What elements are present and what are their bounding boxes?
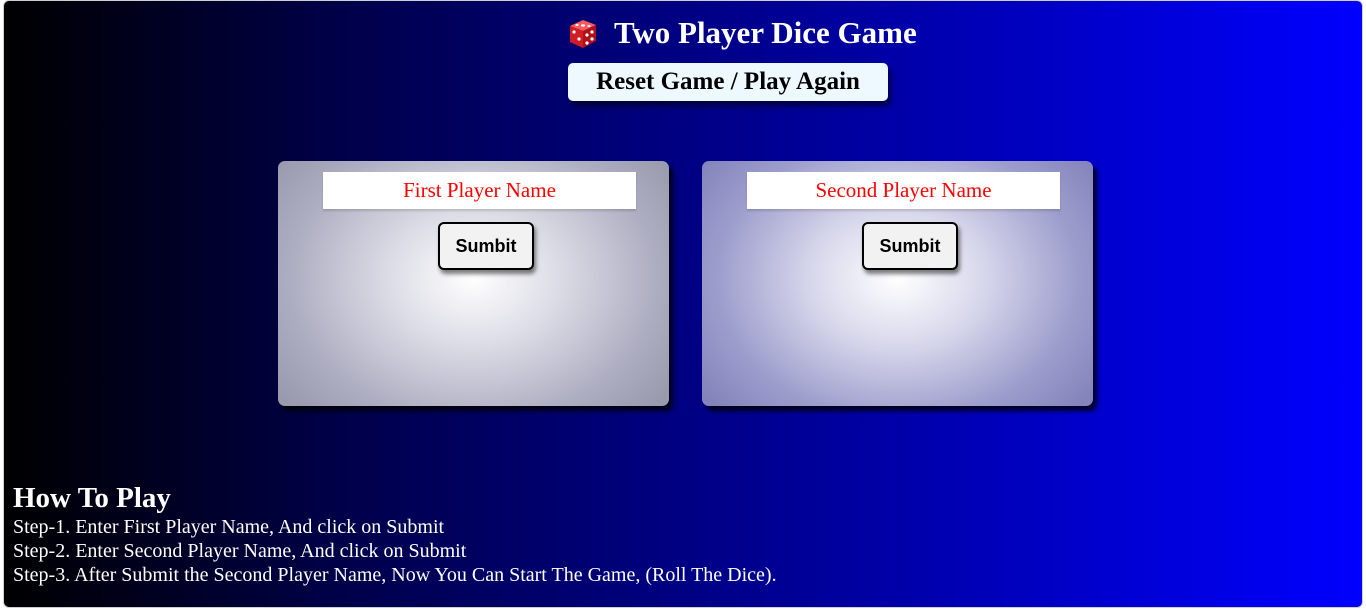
- game-container: Two Player Dice Game Reset Game / Play A…: [3, 0, 1363, 608]
- first-player-name-input[interactable]: [323, 172, 636, 209]
- second-player-name-input[interactable]: [747, 172, 1060, 209]
- first-player-submit-button[interactable]: Sumbit: [438, 222, 534, 270]
- page-title: Two Player Dice Game: [566, 11, 917, 55]
- player-two-panel: Sumbit: [702, 161, 1093, 406]
- instruction-step: Step-2. Enter Second Player Name, And cl…: [13, 540, 467, 562]
- how-to-play-section: How To Play Step-1. Enter First Player N…: [13, 481, 777, 587]
- title-text: Two Player Dice Game: [614, 15, 917, 50]
- instruction-step: Step-3. After Submit the Second Player N…: [13, 564, 777, 586]
- dice-icon: [566, 15, 602, 51]
- player-one-panel: Sumbit: [278, 161, 669, 406]
- second-player-submit-button[interactable]: Sumbit: [862, 222, 958, 270]
- reset-game-button[interactable]: Reset Game / Play Again: [568, 63, 888, 101]
- how-to-play-title: How To Play: [13, 482, 171, 514]
- instruction-step: Step-1. Enter First Player Name, And cli…: [13, 516, 445, 538]
